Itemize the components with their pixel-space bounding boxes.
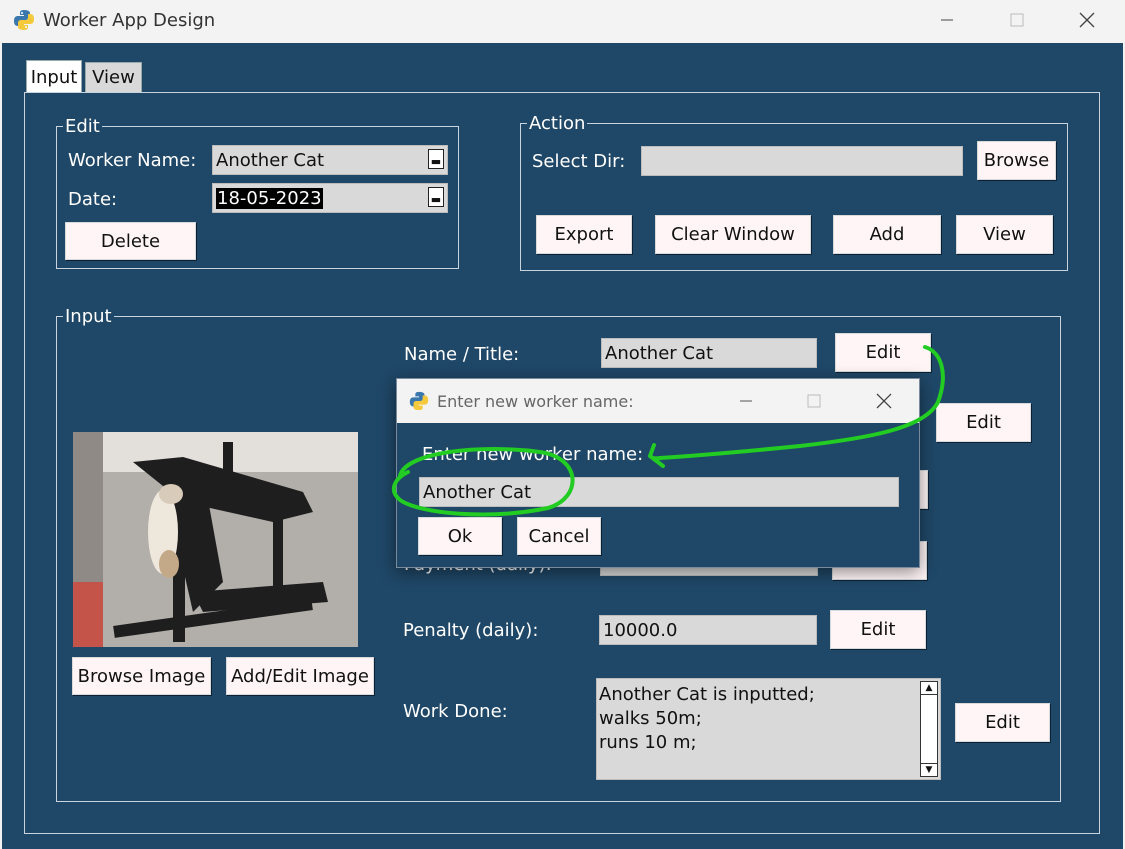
- annotation-circle: [391, 447, 575, 517]
- annotation-overlay: [391, 345, 945, 517]
- annotation-arrow: [648, 345, 945, 468]
